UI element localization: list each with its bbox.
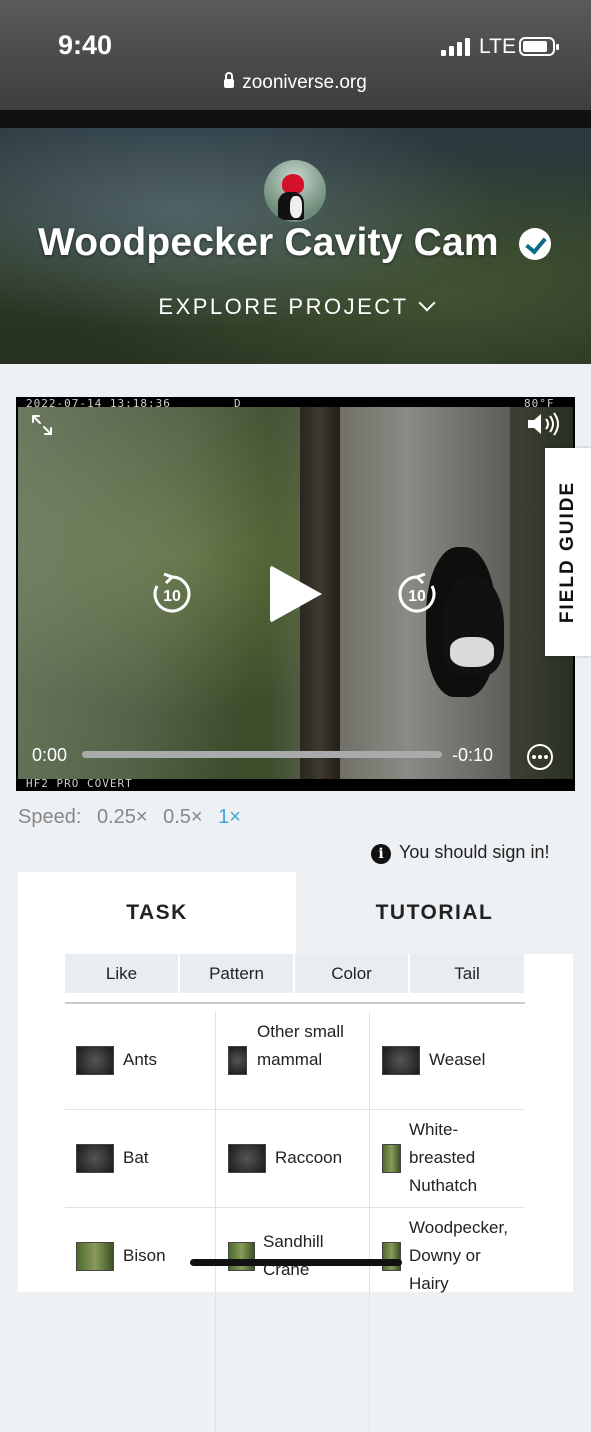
choice-weasel[interactable]: Weasel [371, 1012, 525, 1108]
choice-label: Weasel [429, 1050, 486, 1069]
page-title: Woodpecker Cavity Cam [38, 221, 499, 264]
lock-icon [224, 72, 235, 88]
divider [65, 1002, 525, 1004]
filter-tail[interactable]: Tail [410, 954, 524, 993]
svg-text:10: 10 [163, 588, 181, 605]
choice-label: Ants [123, 1050, 158, 1069]
choice-thumbnail [228, 1144, 266, 1173]
camera-label: HF2 PRO COVERT [26, 777, 133, 790]
video-mode: D [234, 397, 242, 410]
choice-label: White-breasted Nuthatch [409, 1120, 478, 1195]
choice-raccoon[interactable]: Raccoon [217, 1110, 369, 1206]
choice-thumbnail [76, 1046, 114, 1075]
playback-speed: Speed: 0.25× 0.5× 1× [18, 806, 241, 829]
choice-label: Bat [123, 1148, 149, 1167]
choice-bison[interactable]: Bison [65, 1208, 215, 1304]
choice-thumbnail [228, 1046, 247, 1075]
play-button[interactable] [270, 565, 322, 623]
verified-icon [519, 228, 551, 260]
filter-bar: Like Pattern Color Tail [65, 954, 525, 994]
choice-white-breasted-nuthatch[interactable]: White-breasted Nuthatch [371, 1110, 525, 1206]
chevron-down-icon [418, 294, 436, 312]
woodpecker-image [442, 575, 504, 675]
choice-label: Other small mammal [257, 1022, 344, 1069]
network-label: LTE [479, 35, 516, 58]
info-icon: i [371, 844, 391, 864]
site-nav-bar [0, 110, 591, 128]
sign-in-text: You should sign in! [399, 842, 550, 862]
explore-project-label: EXPLORE PROJECT [158, 294, 409, 319]
forward-10-icon[interactable]: 10 [396, 573, 438, 615]
tab-task[interactable]: TASK [18, 872, 296, 954]
explore-project-button[interactable]: EXPLORE PROJECT [0, 294, 591, 320]
rewind-10-icon[interactable]: 10 [151, 573, 193, 615]
choice-sandhill-crane[interactable]: Sandhill Crane [217, 1208, 369, 1304]
choice-thumbnail [76, 1242, 114, 1271]
choice-thumbnail [382, 1046, 420, 1075]
svg-text:10: 10 [408, 588, 426, 605]
speed-option-05[interactable]: 0.5× [163, 806, 202, 828]
address-bar[interactable]: zooniverse.org [0, 72, 591, 94]
choice-bat[interactable]: Bat [65, 1110, 215, 1206]
current-time: 0:00 [32, 745, 68, 765]
progress-bar[interactable] [82, 751, 442, 758]
speed-option-1[interactable]: 1× [218, 806, 241, 828]
speed-label: Speed: [18, 806, 82, 828]
url-text: zooniverse.org [242, 72, 367, 93]
speed-option-025[interactable]: 0.25× [97, 806, 148, 828]
choice-other-small-mammal[interactable]: Other small mammal [217, 1012, 369, 1108]
home-indicator[interactable] [190, 1259, 402, 1266]
clock: 9:40 [58, 30, 113, 60]
choice-thumbnail [228, 1242, 255, 1271]
more-options-icon[interactable] [527, 744, 553, 770]
choice-label: Sandhill Crane [263, 1232, 324, 1279]
volume-icon[interactable] [526, 411, 562, 437]
expand-icon[interactable] [30, 413, 54, 437]
choice-label: Raccoon [275, 1148, 343, 1167]
choice-woodpecker-downy-or-hairy[interactable]: Woodpecker, Downy or Hairy [371, 1208, 525, 1304]
choice-label: Bison [123, 1246, 166, 1265]
filter-color[interactable]: Color [295, 954, 408, 993]
video-player[interactable]: 2022-07-14 13:18:36 D 80°F HF2 PRO COVER… [16, 397, 575, 791]
remaining-time: -0:10 [452, 745, 494, 765]
field-guide-label: FIELD GUIDE [557, 480, 578, 624]
choice-thumbnail [382, 1242, 401, 1271]
choice-thumbnail [382, 1144, 401, 1173]
status-bar: 9:40 LTE zooniverse.org [0, 0, 591, 110]
choice-label: Woodpecker, Downy or Hairy [409, 1218, 508, 1293]
task-panel: TASK TUTORIAL Like Pattern Color Tail An… [18, 872, 573, 1432]
field-guide-button[interactable]: FIELD GUIDE [545, 448, 591, 656]
battery-icon [519, 37, 559, 56]
choice-ants[interactable]: Ants [65, 1012, 215, 1108]
sign-in-notice[interactable]: i You should sign in! [371, 842, 549, 864]
choice-thumbnail [76, 1144, 114, 1173]
signal-icon [441, 38, 473, 56]
video-temperature: 80°F [524, 397, 555, 410]
project-header: Woodpecker Cavity Cam EXPLORE PROJECT [0, 128, 591, 364]
tab-tutorial[interactable]: TUTORIAL [296, 872, 573, 954]
filter-like[interactable]: Like [65, 954, 178, 993]
filter-pattern[interactable]: Pattern [180, 954, 293, 993]
video-timestamp: 2022-07-14 13:18:36 [26, 397, 171, 410]
project-avatar[interactable] [264, 160, 326, 222]
